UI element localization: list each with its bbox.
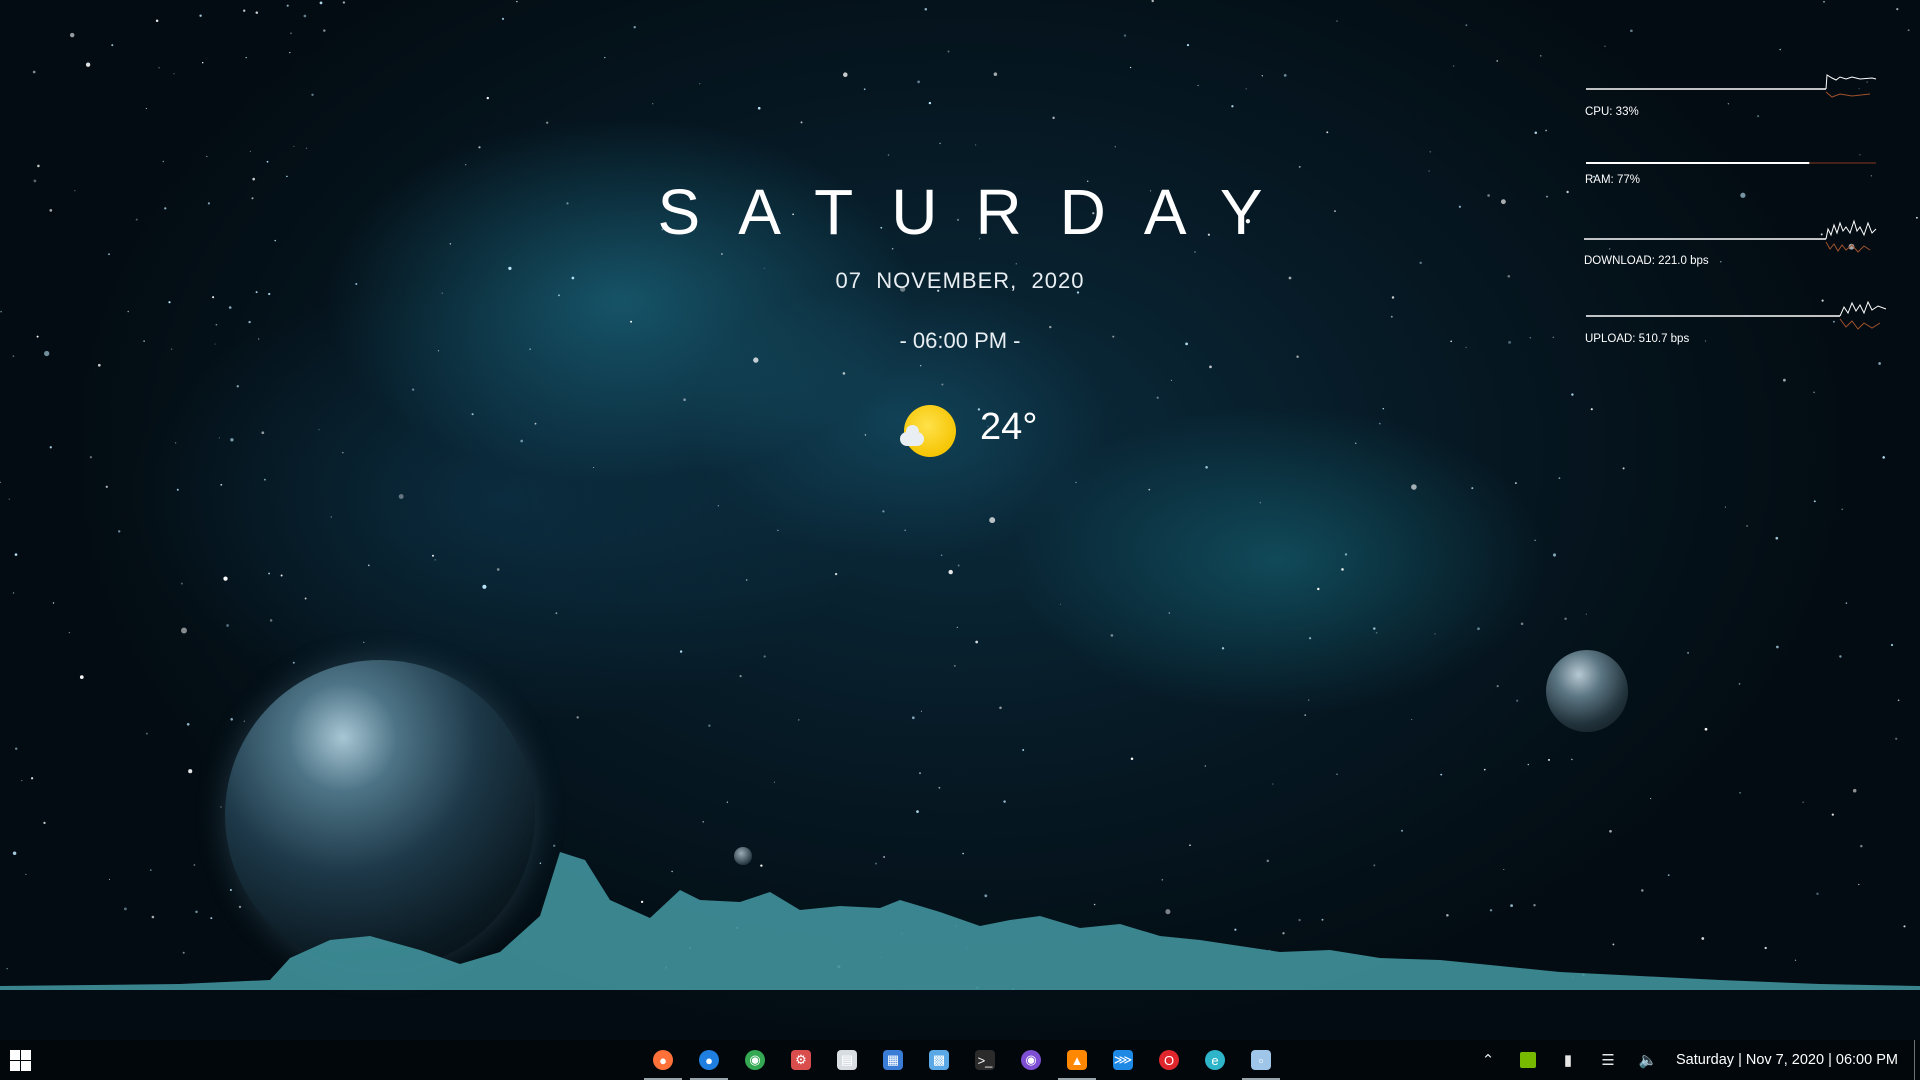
cpu-monitor: CPU: 33%: [1580, 70, 1890, 118]
temperature: 24°: [980, 406, 1038, 448]
taskbar-app-notepad[interactable]: ▤: [824, 1040, 870, 1080]
taskbar-app-chrome[interactable]: ◉: [732, 1040, 778, 1080]
firefox-icon: ●: [653, 1050, 673, 1070]
small-moon: [1546, 650, 1628, 732]
volume-icon[interactable]: 🔈: [1628, 1040, 1668, 1080]
taskbar-clock[interactable]: Saturday | Nov 7, 2020 | 06:00 PM: [1676, 1040, 1898, 1080]
ram-bar: [1586, 162, 1876, 164]
taskbar-app-calculator[interactable]: ▦: [870, 1040, 916, 1080]
weather-widget: 24°: [900, 400, 1060, 462]
cpu-graph: [1586, 74, 1877, 98]
download-monitor: DOWNLOAD: 221.0 bps: [1580, 215, 1890, 267]
wifi-icon[interactable]: ☰: [1588, 1040, 1628, 1080]
taskbar-app-tor-browser[interactable]: ◉: [1008, 1040, 1054, 1080]
download-graph: [1584, 219, 1877, 253]
taskbar-app-control-panel[interactable]: ▩: [916, 1040, 962, 1080]
upload-monitor: UPLOAD: 510.7 bps: [1580, 293, 1890, 345]
vlc-icon: ▲: [1067, 1050, 1087, 1070]
taskbar-app-settings-app[interactable]: ⚙: [778, 1040, 824, 1080]
files-icon: ▫: [1251, 1050, 1271, 1070]
calculator-icon: ▦: [883, 1050, 903, 1070]
gear-icon: ⚙: [791, 1050, 811, 1070]
taskbar-app-firefox-developer[interactable]: ●: [686, 1040, 732, 1080]
taskbar-apps: ● ● ◉ ⚙ ▤ ▦ ▩ >_ ◉ ▲ ⋙ Oe ▫: [640, 1040, 1284, 1080]
show-desktop-button[interactable]: [1914, 1040, 1915, 1080]
date-text: 07 NOVEMBER, 2020: [835, 268, 1085, 293]
taskbar-app-terminal[interactable]: >_: [962, 1040, 1008, 1080]
terminal-icon: >_: [975, 1050, 995, 1070]
windows-start-icon[interactable]: [10, 1050, 31, 1071]
battery-icon[interactable]: ▮: [1548, 1040, 1588, 1080]
tor-icon: ◉: [1021, 1050, 1041, 1070]
taskbar-app-firefox[interactable]: ●: [640, 1040, 686, 1080]
taskbar-app-edge[interactable]: e: [1192, 1040, 1238, 1080]
cpu-label: CPU: 33%: [1585, 106, 1639, 118]
audio-visualizer-terrain: [0, 852, 1920, 990]
firefox-developer-icon: ●: [699, 1050, 719, 1070]
edge-icon: e: [1205, 1050, 1225, 1070]
chevron-up-icon[interactable]: ⌃: [1468, 1040, 1508, 1080]
cloud-icon: [900, 425, 924, 446]
notepad-icon: ▤: [837, 1050, 857, 1070]
taskbar: ● ● ◉ ⚙ ▤ ▦ ▩ >_ ◉ ▲ ⋙ Oe ▫ ⌃ ▮ ☰ 🔈 Saturday | Nov 7…: [0, 1040, 1920, 1080]
download-label: DOWNLOAD: 221.0 bps: [1584, 255, 1709, 267]
ram-label: RAM: 77%: [1585, 174, 1640, 186]
control-panel-icon: ▩: [929, 1050, 949, 1070]
taskbar-app-vlc[interactable]: ▲: [1054, 1040, 1100, 1080]
taskbar-app-vscode[interactable]: ⋙: [1100, 1040, 1146, 1080]
taskbar-app-opera[interactable]: O: [1146, 1040, 1192, 1080]
upload-label: UPLOAD: 510.7 bps: [1585, 333, 1690, 345]
ram-monitor: RAM: 77%: [1580, 148, 1890, 186]
opera-icon: O: [1159, 1050, 1179, 1070]
vscode-icon: ⋙: [1113, 1050, 1133, 1070]
nvidia-icon[interactable]: [1508, 1040, 1548, 1080]
system-tray: ⌃ ▮ ☰ 🔈: [1468, 1040, 1668, 1080]
chrome-icon: ◉: [745, 1050, 765, 1070]
upload-graph: [1586, 300, 1887, 330]
taskbar-app-files[interactable]: ▫: [1238, 1040, 1284, 1080]
